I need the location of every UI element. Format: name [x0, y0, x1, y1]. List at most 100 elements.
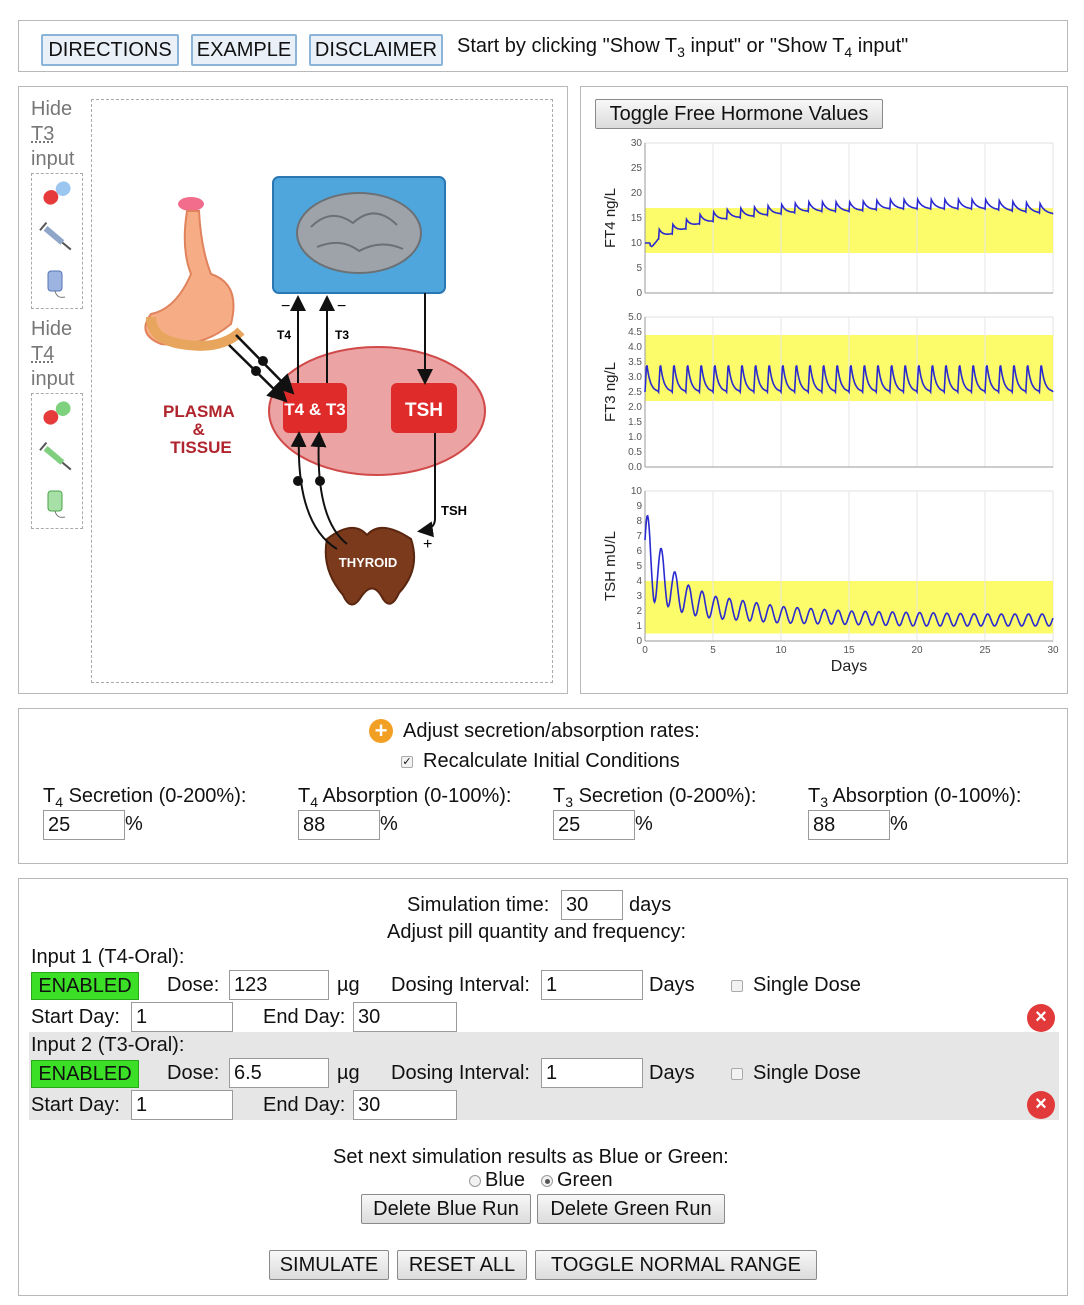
- t3-iv-bag-icon[interactable]: [47, 270, 66, 298]
- chart-0: 0 5 10 15 20 25 30 FT4 ng/L: [602, 138, 1054, 299]
- t3-secretion-input[interactable]: [553, 810, 635, 840]
- input2-end-input[interactable]: [353, 1090, 457, 1120]
- x-tick-label: 15: [843, 645, 855, 656]
- input2-dose-input[interactable]: [229, 1058, 329, 1088]
- x-axis-label: Days: [831, 658, 867, 675]
- input1-remove-icon[interactable]: ×: [1027, 1004, 1055, 1032]
- recalculate-label: Recalculate Initial Conditions: [423, 750, 680, 772]
- directions-button[interactable]: DIRECTIONS: [41, 34, 179, 66]
- y-tick-label: 15: [631, 213, 643, 224]
- dosing-icons: [39, 179, 74, 518]
- simulation-time-label: Simulation time:: [407, 894, 550, 916]
- y-tick-label: 9: [636, 501, 642, 512]
- minus-label-t3: −: [337, 298, 346, 315]
- delete-blue-run-button[interactable]: Delete Blue Run: [361, 1194, 531, 1224]
- y-tick-label: 1.5: [628, 417, 642, 428]
- minus-label-t4: −: [281, 298, 290, 315]
- input1-interval-label: Dosing Interval:: [391, 974, 530, 996]
- run-color-label: Set next simulation results as Blue or G…: [333, 1146, 729, 1168]
- simulation-time-unit: days: [629, 894, 672, 916]
- input1-interval-input[interactable]: [541, 970, 643, 1000]
- y-tick-label: 0: [636, 288, 642, 299]
- simulation-time-input[interactable]: [561, 890, 623, 920]
- input1-enabled-toggle[interactable]: ENABLED: [31, 972, 139, 1000]
- y-tick-label: 5: [636, 263, 642, 274]
- input2-start-input[interactable]: [131, 1090, 233, 1120]
- y-tick-label: 2: [636, 606, 642, 617]
- t4-syringe-icon[interactable]: [39, 441, 74, 474]
- y-axis-label: FT4 ng/L: [602, 188, 619, 248]
- y-tick-label: 10: [631, 486, 643, 497]
- input1-interval-unit: Days: [649, 974, 695, 996]
- t4-secretion-input[interactable]: [43, 810, 125, 840]
- input1-start-label: Start Day:: [31, 1006, 120, 1028]
- t4-t3-label: T4 & T3: [284, 400, 345, 419]
- toggle-normal-range-button[interactable]: TOGGLE NORMAL RANGE: [535, 1250, 817, 1280]
- delete-green-run-button[interactable]: Delete Green Run: [537, 1194, 725, 1224]
- charts-panel: Toggle Free Hormone Values 0 5 10 15 20 25 30 F…: [580, 86, 1068, 694]
- t3-absorption-input[interactable]: [808, 810, 890, 840]
- y-tick-label: 3.0: [628, 372, 642, 383]
- green-radio[interactable]: [541, 1175, 553, 1187]
- t4-absorption-unit: %: [380, 813, 398, 835]
- input2-dose-label: Dose:: [167, 1062, 220, 1084]
- y-tick-label: 6: [636, 546, 642, 557]
- example-button[interactable]: EXAMPLE: [191, 34, 297, 66]
- input2-interval-label: Dosing Interval:: [391, 1062, 530, 1084]
- y-tick-label: 20: [631, 188, 643, 199]
- t3-syringe-icon[interactable]: [39, 221, 74, 254]
- adjust-rates-panel: + Adjust secretion/absorption rates: ✓ R…: [18, 708, 1068, 864]
- arrow-t3-label: T3: [335, 328, 349, 342]
- start-hint: Start by clicking "Show T3 input" or "Sh…: [457, 35, 909, 60]
- y-tick-label: 1: [636, 621, 642, 632]
- recalculate-checkbox[interactable]: ✓: [401, 756, 413, 768]
- disclaimer-button[interactable]: DISCLAIMER: [309, 34, 443, 66]
- input2-single-dose-checkbox[interactable]: [731, 1068, 743, 1080]
- input1-single-dose-label: Single Dose: [753, 974, 861, 996]
- y-tick-label: 8: [636, 516, 642, 527]
- t4-secretion-label: T4 Secretion (0-200%):: [43, 785, 247, 810]
- y-tick-label: 4.5: [628, 327, 642, 338]
- input2-single-dose-label: Single Dose: [753, 1062, 861, 1084]
- input1-single-dose-checkbox[interactable]: [731, 980, 743, 992]
- t3-pill-icon[interactable]: [41, 179, 74, 208]
- x-tick-label: 0: [642, 645, 648, 656]
- hide-t3-input-toggle[interactable]: Hide T3 input: [31, 97, 74, 172]
- input1-end-label: End Day:: [263, 1006, 346, 1028]
- arrow-tsh-label: TSH: [441, 503, 467, 518]
- expand-plus-icon[interactable]: +: [369, 719, 393, 743]
- input2-remove-icon[interactable]: ×: [1027, 1091, 1055, 1119]
- y-tick-label: 7: [636, 531, 642, 542]
- input2-enabled-toggle[interactable]: ENABLED: [31, 1060, 139, 1088]
- reset-all-button[interactable]: RESET ALL: [397, 1250, 527, 1280]
- y-tick-label: 30: [631, 138, 643, 149]
- adjust-pill-label: Adjust pill quantity and frequency:: [387, 921, 687, 943]
- green-radio-label: Green: [557, 1169, 613, 1191]
- input2-interval-unit: Days: [649, 1062, 695, 1084]
- feedback-diagram: T4 & T3 TSH PLASMA & TISSUE THYROID − − …: [144, 176, 486, 606]
- input2-interval-input[interactable]: [541, 1058, 643, 1088]
- t4-pill-icon[interactable]: [41, 399, 74, 428]
- y-tick-label: 4.0: [628, 342, 642, 353]
- t3-secretion-unit: %: [635, 813, 653, 835]
- t4-iv-bag-icon[interactable]: [47, 490, 66, 518]
- y-tick-label: 0.0: [628, 462, 642, 473]
- input1-dose-input[interactable]: [229, 970, 329, 1000]
- simulate-button[interactable]: SIMULATE: [269, 1250, 389, 1280]
- input2-end-label: End Day:: [263, 1094, 346, 1116]
- simulation-panel: Simulation time: days Adjust pill quanti…: [18, 878, 1068, 1296]
- blue-radio[interactable]: [469, 1175, 481, 1187]
- input1-start-input[interactable]: [131, 1002, 233, 1032]
- blue-radio-label: Blue: [485, 1169, 526, 1191]
- y-tick-label: 2.5: [628, 387, 642, 398]
- input1-title: Input 1 (T4-Oral):: [31, 946, 185, 968]
- input2-start-label: Start Day:: [31, 1094, 120, 1116]
- y-tick-label: 4: [636, 576, 642, 587]
- y-tick-label: 0.5: [628, 447, 642, 458]
- chart-2: 012345678910TSH mU/L0 5 10 15 20 25 30Days: [602, 486, 1059, 675]
- t4-absorption-input[interactable]: [298, 810, 380, 840]
- x-tick-label: 10: [775, 645, 787, 656]
- model-diagram-panel: Hide T3 input Hide T4 input T4 & T3 TSH …: [18, 86, 568, 694]
- input1-end-input[interactable]: [353, 1002, 457, 1032]
- thyroid-label: THYROID: [339, 555, 398, 570]
